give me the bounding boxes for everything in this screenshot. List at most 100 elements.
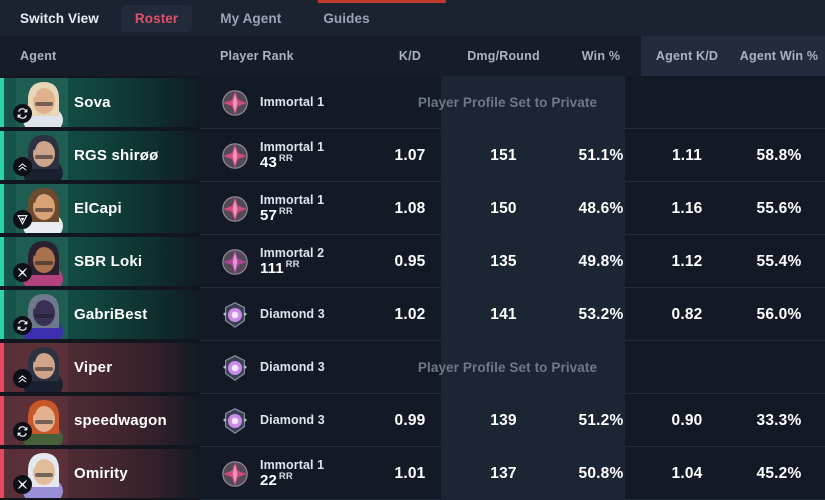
stat-kd: 0.99 <box>394 411 426 429</box>
rr-unit-label: RR <box>278 205 293 217</box>
agent-cell[interactable]: ElCapi <box>0 184 200 233</box>
stat-kd: 1.08 <box>394 199 426 217</box>
sentinel-icon <box>13 210 32 229</box>
rank-tier-label: Immortal 1 <box>260 139 325 154</box>
stat-agent-win-pct: 55.6% <box>756 199 802 217</box>
tab-roster[interactable]: Roster <box>120 4 193 32</box>
initiator-icon <box>13 104 32 123</box>
agent-name: GabriBest <box>74 306 148 323</box>
rank-tier-label: Immortal 1 <box>260 192 325 207</box>
player-rank-cell[interactable]: Diamond 3 <box>220 341 325 394</box>
rank-rr-value: 22 RR <box>260 470 293 489</box>
initiator-icon <box>13 422 32 441</box>
agent-cell[interactable]: speedwagon <box>0 396 200 445</box>
stat-agent-kd: 1.12 <box>671 252 703 270</box>
rank-rr-value: 111 RR <box>260 258 300 277</box>
stat-kd: 1.01 <box>394 464 426 482</box>
rank-badge-icon <box>220 194 250 224</box>
tab-guides[interactable]: Guides <box>309 5 383 32</box>
top-accent-line <box>318 0 446 3</box>
column-header-agent-kd[interactable]: Agent K/D <box>641 36 733 76</box>
stat-agent-kd: 0.82 <box>671 305 703 323</box>
table-row[interactable]: speedwagon Diamond 3 0.99 139 51.2% 0.90 33.3% <box>0 394 825 447</box>
stat-agent-win-pct: 45.2% <box>756 464 802 482</box>
duelist-icon <box>13 157 32 176</box>
stat-agent-win-pct: 58.8% <box>756 146 802 164</box>
rank-tier-label: Immortal 1 <box>260 95 325 109</box>
player-rank-cell[interactable]: Immortal 1 43 RR <box>220 129 324 182</box>
agent-name: Omirity <box>74 465 128 482</box>
player-rank-cell[interactable]: Immortal 1 57 RR <box>220 182 324 235</box>
table-row[interactable]: Omirity Immortal 1 22 RR 1.01 137 50.8% 1.04 45.… <box>0 447 825 500</box>
player-rank-cell[interactable]: Immortal 1 22 RR <box>220 447 324 500</box>
stat-kd: 0.95 <box>394 252 426 270</box>
column-header-win-pct[interactable]: Win % <box>561 36 641 76</box>
team-accent-bar <box>0 237 4 286</box>
stat-agent-kd: 0.90 <box>671 411 703 429</box>
rank-badge-icon <box>220 300 250 330</box>
table-row[interactable]: Viper Diamond 3 Player Profile Set to Priv… <box>0 341 825 394</box>
agent-name: Viper <box>74 359 113 376</box>
agent-cell[interactable]: RGS shirøø <box>0 131 200 180</box>
tab-my-agent[interactable]: My Agent <box>206 5 295 32</box>
agent-cell[interactable]: Viper <box>0 343 200 392</box>
player-rank-cell[interactable]: Diamond 3 <box>220 288 325 341</box>
rr-unit-label: RR <box>278 470 293 482</box>
private-profile-message: Player Profile Set to Private <box>417 360 598 375</box>
team-accent-bar <box>0 184 4 233</box>
team-accent-bar <box>0 78 4 127</box>
rank-badge-icon <box>220 247 250 277</box>
agent-cell[interactable]: Sova <box>0 78 200 127</box>
stat-dmg-round: 137 <box>490 464 517 482</box>
agent-roster-app: Switch View Roster My Agent Guides Agent… <box>0 0 825 500</box>
agent-cell[interactable]: GabriBest <box>0 290 200 339</box>
stat-agent-win-pct: 33.3% <box>756 411 802 429</box>
duelist-icon <box>13 369 32 388</box>
team-accent-bar <box>0 449 4 498</box>
player-rank-cell[interactable]: Immortal 1 <box>220 76 324 129</box>
stat-kd: 1.02 <box>394 305 426 323</box>
table-row[interactable]: ElCapi Immortal 1 57 RR 1.08 150 48.6% 1.16 55.6… <box>0 182 825 235</box>
column-header-agent[interactable]: Agent <box>20 36 56 76</box>
rank-tier-label: Immortal 2 <box>260 245 325 260</box>
rank-badge-icon <box>220 353 250 383</box>
rr-unit-label: RR <box>285 258 300 270</box>
rank-rr-value: 57 RR <box>260 205 293 224</box>
stat-dmg-round: 141 <box>490 305 517 323</box>
initiator-icon <box>13 316 32 335</box>
agent-cell[interactable]: Omirity <box>0 449 200 498</box>
table-row[interactable]: GabriBest Diamond 3 1.02 141 53.2% 0.82 56.0% <box>0 288 825 341</box>
stat-agent-win-pct: 55.4% <box>756 252 802 270</box>
stat-win-pct: 49.8% <box>578 252 624 270</box>
rr-unit-label: RR <box>278 152 293 164</box>
private-profile-message: Player Profile Set to Private <box>417 95 598 110</box>
column-header-row: Agent Player Rank K/D Dmg/Round Win % Ag… <box>0 36 825 76</box>
rank-badge-icon <box>220 459 250 489</box>
navbar: Switch View Roster My Agent Guides <box>0 0 825 36</box>
stat-agent-kd: 1.16 <box>671 199 703 217</box>
agent-cell[interactable]: SBR Loki <box>0 237 200 286</box>
stat-kd: 1.07 <box>394 146 426 164</box>
player-rank-cell[interactable]: Diamond 3 <box>220 394 325 447</box>
stat-dmg-round: 150 <box>490 199 517 217</box>
switch-view-label: Switch View <box>20 10 99 26</box>
column-header-agent-win-pct[interactable]: Agent Win % <box>733 36 825 76</box>
rank-badge-icon <box>220 406 250 436</box>
column-header-player-rank[interactable]: Player Rank <box>220 36 294 76</box>
table-row[interactable]: Sova Immortal 1 Player Profile Set to Priv… <box>0 76 825 129</box>
agent-name: SBR Loki <box>74 253 143 270</box>
column-header-kd[interactable]: K/D <box>374 36 446 76</box>
table-row[interactable]: SBR Loki Immortal 2 111 RR 0.95 135 49.8% 1.12 5… <box>0 235 825 288</box>
player-rank-cell[interactable]: Immortal 2 111 RR <box>220 235 324 288</box>
team-accent-bar <box>0 131 4 180</box>
stat-win-pct: 51.2% <box>578 411 624 429</box>
rank-tier-label: Diamond 3 <box>260 307 325 321</box>
stat-win-pct: 48.6% <box>578 199 624 217</box>
column-header-dmg-round[interactable]: Dmg/Round <box>446 36 561 76</box>
rank-badge-icon <box>220 141 250 171</box>
agent-name: ElCapi <box>74 200 122 217</box>
table-row[interactable]: RGS shirøø Immortal 1 43 RR 1.07 151 51.1% 1.11… <box>0 129 825 182</box>
stat-agent-win-pct: 56.0% <box>756 305 802 323</box>
stat-agent-kd: 1.11 <box>671 146 703 164</box>
agent-name: RGS shirøø <box>74 147 159 164</box>
